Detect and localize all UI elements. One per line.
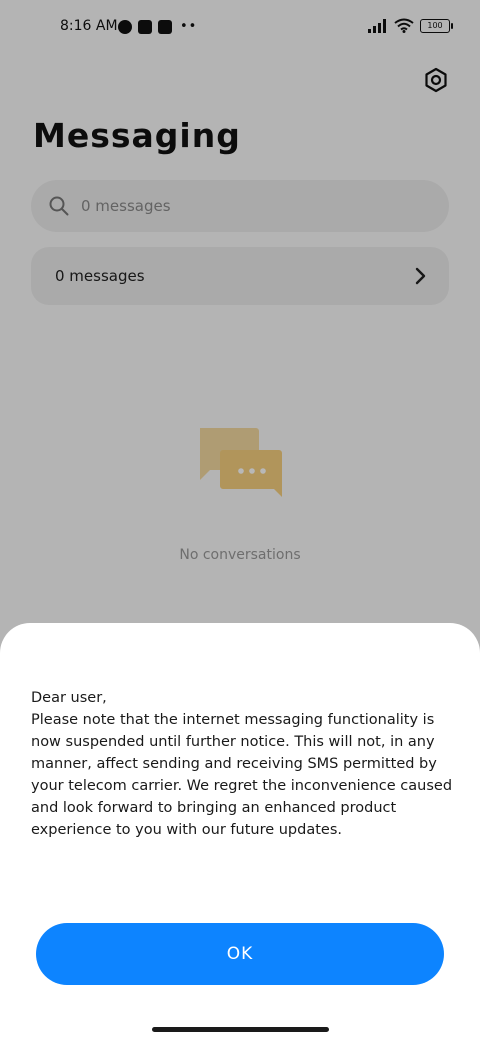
dialog-message: Dear user, Please note that the internet… (31, 690, 453, 838)
ok-button[interactable]: OK (36, 923, 444, 985)
suspension-notice-dialog: Dear user, Please note that the internet… (0, 623, 480, 1040)
home-indicator[interactable] (152, 1027, 329, 1032)
